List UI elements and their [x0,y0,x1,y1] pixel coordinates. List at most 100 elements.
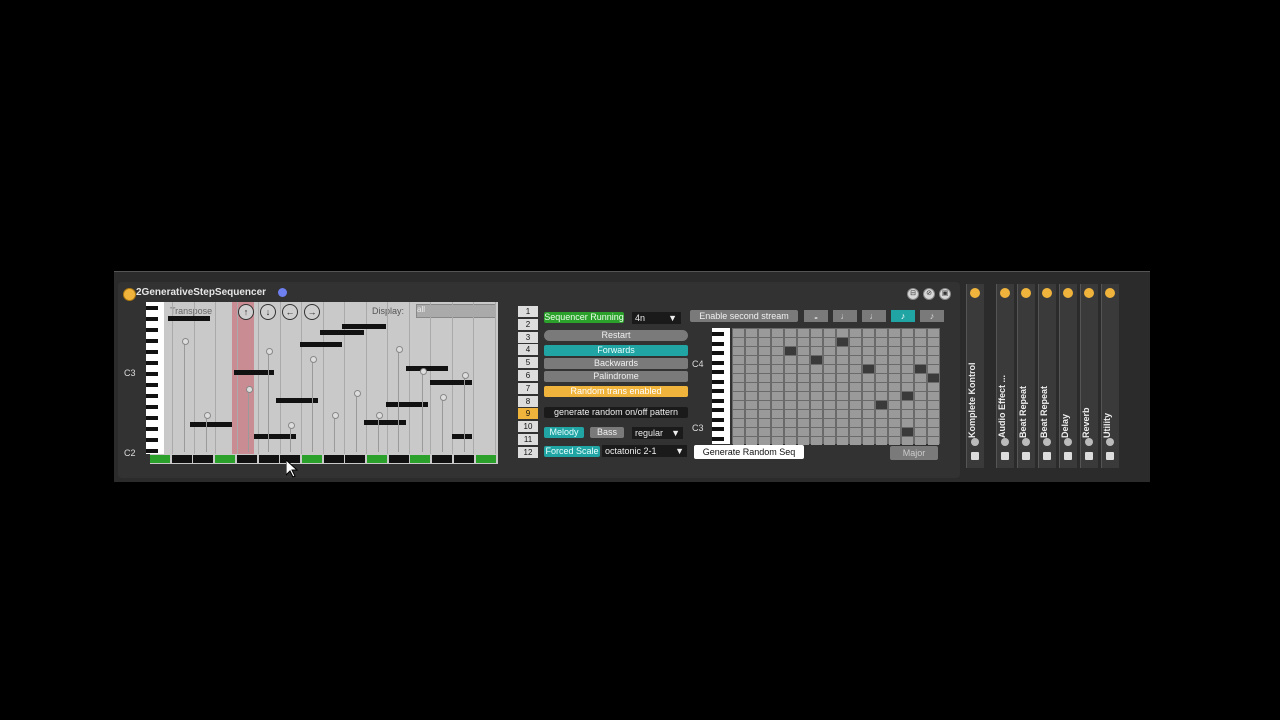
grid-cell[interactable] [733,383,744,391]
save-icon[interactable]: ▣ [939,288,951,300]
grid-cell[interactable] [785,392,796,400]
grid-cell[interactable] [811,392,822,400]
grid-cell[interactable] [915,365,926,373]
step-number-4[interactable]: 4 [518,344,538,356]
velocity-handle[interactable] [440,394,447,401]
note-length-button[interactable]: ♩ [862,310,886,322]
chain-device-2[interactable]: Beat Repeat [1017,284,1035,468]
grid-cell[interactable] [772,329,783,337]
save-icon[interactable] [1001,452,1009,460]
grid-cell[interactable] [928,338,939,346]
grid-cell[interactable] [850,356,861,364]
chain-device-0[interactable]: Komplete Kontrol [966,284,984,468]
chain-device-3[interactable]: Beat Repeat [1038,284,1056,468]
grid-cell[interactable] [837,419,848,427]
grid-cell[interactable] [876,338,887,346]
grid-cell[interactable] [876,383,887,391]
grid-cell[interactable] [746,365,757,373]
step-toggle[interactable] [453,455,474,463]
random-trans-toggle[interactable]: Random trans enabled [544,386,688,397]
step-toggle[interactable] [215,455,236,463]
grid-cell[interactable] [772,428,783,436]
grid-cell[interactable] [863,347,874,355]
wrench-icon[interactable] [1085,438,1093,446]
grid-cell[interactable] [837,428,848,436]
grid-cell[interactable] [824,356,835,364]
grid-cell[interactable] [915,329,926,337]
grid-cell[interactable] [863,329,874,337]
generate-onoff-button[interactable]: generate random on/off pattern [544,407,688,418]
grid-cell[interactable] [798,401,809,409]
chain-device-1[interactable]: Audio Effect ... [996,284,1014,468]
scale-dropdown[interactable]: octatonic 2-1 ▼ [602,445,687,457]
step-toggle[interactable] [367,455,387,463]
grid-cell[interactable] [746,401,757,409]
grid-cell[interactable] [811,374,822,382]
grid-cell[interactable] [733,419,744,427]
grid-cell[interactable] [876,437,887,445]
grid-cell[interactable] [850,374,861,382]
grid-cell[interactable] [824,419,835,427]
wrench-icon[interactable] [1106,438,1114,446]
velocity-handle[interactable] [246,386,253,393]
velocity-handle[interactable] [332,412,339,419]
grid-cell[interactable] [733,347,744,355]
generate-random-seq-button[interactable]: Generate Random Seq [694,445,804,459]
grid-cell[interactable] [772,401,783,409]
grid-cell[interactable] [915,410,926,418]
grid-cell[interactable] [889,392,900,400]
step-number-11[interactable]: 11 [518,434,538,445]
grid-cell[interactable] [772,374,783,382]
grid-cell[interactable] [733,410,744,418]
grid-cell[interactable] [811,329,822,337]
grid-cell[interactable] [824,365,835,373]
grid-cell[interactable] [798,365,809,373]
save-icon[interactable] [1085,452,1093,460]
shift-left-button[interactable]: ← [282,304,298,320]
grid-cell[interactable] [785,365,796,373]
grid-cell[interactable] [837,356,848,364]
enable-second-stream-button[interactable]: Enable second stream [690,310,798,322]
grid-cell[interactable] [928,428,939,436]
grid-cell[interactable] [746,356,757,364]
grid-cell[interactable] [785,401,796,409]
grid-cell[interactable] [811,356,822,364]
grid-cell[interactable] [889,428,900,436]
device-power-button[interactable] [123,288,136,301]
bass-toggle[interactable]: Bass [590,427,624,438]
grid-cell[interactable] [759,410,770,418]
grid-cell[interactable] [863,437,874,445]
grid-cell[interactable] [759,437,770,445]
grid-cell[interactable] [889,329,900,337]
note-length-button[interactable]: 𝅝 [804,310,828,322]
grid-cell[interactable] [928,356,939,364]
grid-cell[interactable] [837,374,848,382]
step-toggle[interactable] [171,455,192,463]
step-number-6[interactable]: 6 [518,370,538,381]
grid-cell[interactable] [785,410,796,418]
grid-cell[interactable] [772,410,783,418]
melody-toggle[interactable]: Melody [544,427,584,438]
grid-cell[interactable] [863,410,874,418]
grid-cell[interactable] [824,428,835,436]
grid-cell[interactable] [824,401,835,409]
grid-cell[interactable] [876,401,887,409]
note-length-button[interactable]: ♩ [833,310,857,322]
chain-device-5[interactable]: Reverb [1080,284,1098,468]
grid-cell[interactable] [811,347,822,355]
step-note[interactable] [364,420,406,425]
step-toggle[interactable] [432,455,453,463]
velocity-handle[interactable] [288,422,295,429]
grid-cell[interactable] [746,437,757,445]
grid-cell[interactable] [837,401,848,409]
step-toggle[interactable] [258,455,279,463]
grid-cell[interactable] [798,410,809,418]
step-note[interactable] [168,316,210,321]
grid-cell[interactable] [798,392,809,400]
grid-cell[interactable] [889,410,900,418]
velocity-handle[interactable] [354,390,361,397]
velocity-handle[interactable] [310,356,317,363]
grid-cell[interactable] [915,392,926,400]
grid-cell[interactable] [928,374,939,382]
wrench-icon[interactable] [1043,438,1051,446]
